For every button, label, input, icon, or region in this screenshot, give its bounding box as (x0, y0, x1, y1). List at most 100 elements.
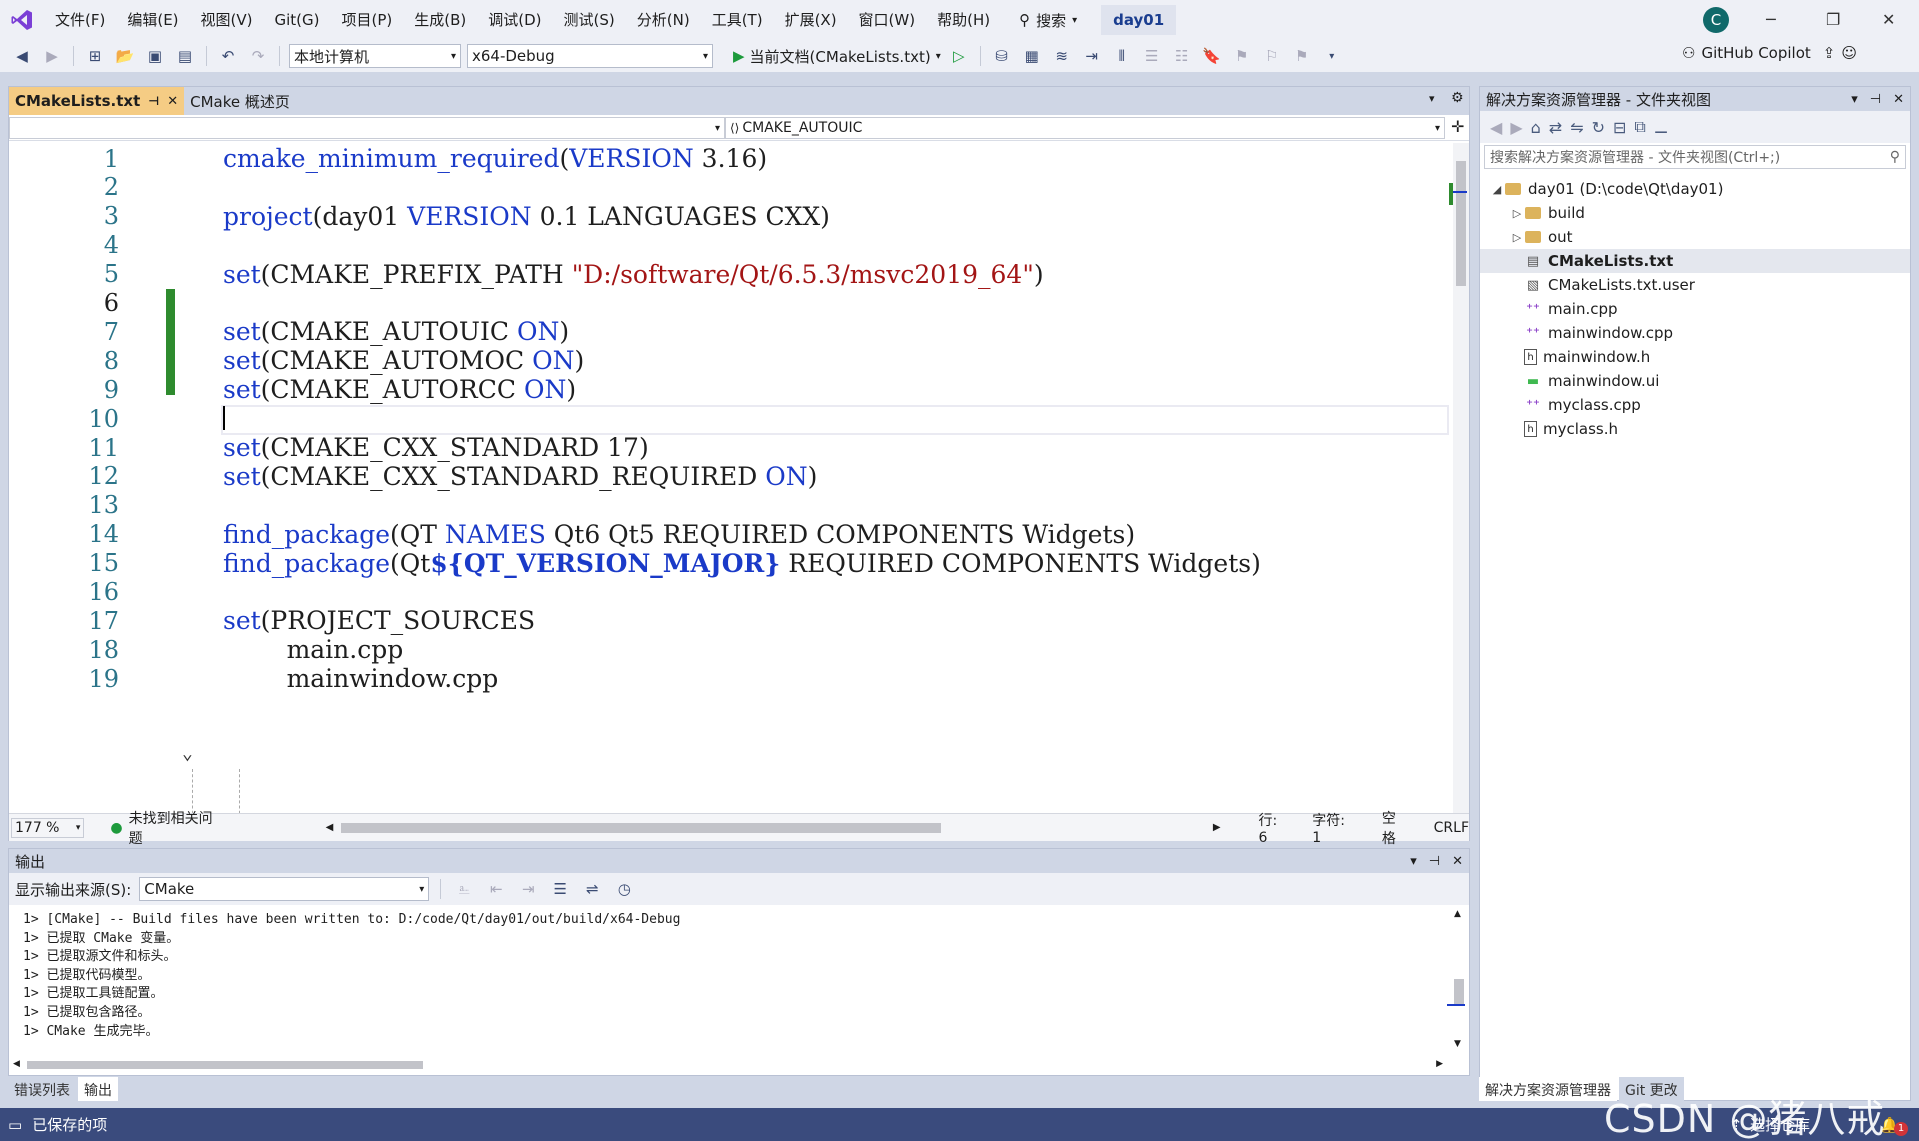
menu-item[interactable]: 分析(N) (626, 0, 701, 40)
settings-gear-icon[interactable]: ⚙ (1451, 90, 1464, 106)
collapse-region-icon[interactable]: ⌄ (182, 743, 193, 764)
editor-vertical-scrollbar[interactable] (1449, 143, 1469, 813)
output-source-select[interactable]: CMake ▾ (139, 877, 430, 901)
account-avatar[interactable]: C (1703, 7, 1729, 33)
output-vertical-scrollbar[interactable]: ▲ ▼ (1447, 909, 1467, 1049)
tab-solution-explorer[interactable]: 解决方案资源管理器 (1479, 1077, 1617, 1101)
menu-item[interactable]: 扩展(X) (774, 0, 848, 40)
step-icon[interactable]: ⇥ (1080, 45, 1104, 67)
visual-studio-logo-icon[interactable] (0, 0, 44, 40)
tree-item[interactable]: ◢ day01 (D:\code\Qt\day01) (1480, 177, 1910, 201)
menu-item[interactable]: 视图(V) (190, 0, 264, 40)
properties-icon[interactable]: ⚊ (1654, 118, 1668, 137)
scroll-thumb[interactable] (1454, 979, 1464, 1005)
menu-item[interactable]: 工具(T) (701, 0, 774, 40)
line-indicator[interactable]: 行: 6 (1259, 810, 1291, 846)
horizontal-scrollbar[interactable] (341, 822, 1203, 833)
tree-item[interactable]: ▷ out (1480, 225, 1910, 249)
spell-check-icon[interactable]: ≋ (1050, 45, 1074, 67)
redo-icon[interactable]: ↷ (246, 45, 270, 67)
new-project-icon[interactable]: ⊞ (83, 45, 107, 67)
prev-bookmark-icon[interactable]: ⚑ (1230, 45, 1254, 67)
menu-item[interactable]: 窗口(W) (848, 0, 927, 40)
pin-icon[interactable]: ⊣ (148, 94, 159, 108)
menu-item[interactable]: Git(G) (264, 0, 331, 40)
close-icon[interactable]: ✕ (1893, 92, 1904, 107)
code-editor[interactable]: 1 cmake_minimum_required(VERSION 3.16) 2 3 p… (9, 143, 1453, 813)
collapse-all-icon[interactable]: ⊟ (1613, 118, 1626, 137)
refresh-icon[interactable]: ↻ (1592, 118, 1605, 137)
zoom-combo[interactable]: 177 % ▾ (11, 817, 85, 838)
navigation-member-combo[interactable]: ⟨⟩ CMAKE_AUTOUIC ▾ (725, 117, 1445, 139)
scroll-down-icon[interactable]: ▼ (1454, 1039, 1461, 1049)
column-indicator[interactable]: 字符: 1 (1312, 810, 1358, 846)
toolbar-overflow-icon[interactable]: ▾ (1320, 45, 1344, 67)
scroll-thumb[interactable] (1456, 161, 1466, 286)
timestamp-icon[interactable]: ◷ (612, 878, 636, 900)
close-icon[interactable]: ✕ (1882, 10, 1895, 29)
switch-views-icon[interactable]: ⇄ (1549, 118, 1562, 137)
pin-icon[interactable]: ⊣ (1429, 854, 1440, 869)
tree-item[interactable]: ▤ CMakeLists.txt (1480, 249, 1910, 273)
solution-search-input[interactable]: 搜索解决方案资源管理器 - 文件夹视图(Ctrl+;) ⚲ (1484, 145, 1906, 169)
tree-item[interactable]: h myclass.h (1480, 417, 1910, 441)
next-message-icon[interactable]: ⇥ (516, 878, 540, 900)
debug-target-select[interactable]: 本地计算机 ▾ (289, 44, 461, 68)
github-copilot-button[interactable]: ⚇ GitHub Copilot ⇪ ☺ (1682, 44, 1857, 62)
split-icon[interactable]: ⫴ (1110, 45, 1134, 67)
tab-cmakelists[interactable]: CMakeLists.txt ⊣ ✕ (9, 87, 185, 115)
tree-item[interactable]: ▷ build (1480, 201, 1910, 225)
forward-icon[interactable]: ▶ (40, 45, 64, 67)
uncomment-icon[interactable]: ☷ (1170, 45, 1194, 67)
close-icon[interactable]: ✕ (1452, 854, 1463, 869)
menu-item[interactable]: 调试(D) (477, 0, 552, 40)
tab-output[interactable]: 输出 (78, 1077, 118, 1101)
word-wrap-icon[interactable]: ⇌ (580, 878, 604, 900)
back-icon[interactable]: ◀ (1490, 118, 1502, 137)
menu-item[interactable]: 文件(F) (44, 0, 116, 40)
menu-item[interactable]: 测试(S) (553, 0, 626, 40)
tree-item[interactable]: ⁺⁺ mainwindow.cpp (1480, 321, 1910, 345)
comment-icon[interactable]: ☰ (1140, 45, 1164, 67)
forward-icon[interactable]: ▶ (1510, 118, 1522, 137)
menu-item[interactable]: 项目(P) (331, 0, 404, 40)
tab-list-dropdown-icon[interactable]: ▾ (1429, 92, 1435, 105)
undo-icon[interactable]: ↶ (216, 45, 240, 67)
tab-cmake-overview[interactable]: CMake 概述页 (184, 87, 296, 115)
line-ending-indicator[interactable]: CRLF (1434, 820, 1469, 836)
scroll-left-icon[interactable]: ◀ (326, 822, 334, 833)
panel-menu-icon[interactable]: ▾ (1410, 854, 1417, 869)
tree-item[interactable]: ▬ mainwindow.ui (1480, 369, 1910, 393)
expand-arrow-icon[interactable]: ◢ (1490, 183, 1504, 196)
expand-arrow-icon[interactable]: ▷ (1510, 231, 1524, 244)
horizontal-scroll-thumb[interactable] (27, 1061, 423, 1069)
output-log[interactable]: 1> [CMake] -- Build files have been writ… (23, 911, 680, 1041)
clear-all-icon[interactable]: ☰ (548, 878, 572, 900)
configuration-select[interactable]: x64-Debug ▾ (467, 44, 713, 68)
close-tab-icon[interactable]: ✕ (167, 94, 178, 109)
save-icon[interactable]: ▣ (143, 45, 167, 67)
tab-error-list[interactable]: 错误列表 (8, 1077, 76, 1101)
panel-menu-icon[interactable]: ▾ (1851, 92, 1858, 107)
tree-item[interactable]: ⁺⁺ main.cpp (1480, 297, 1910, 321)
navigation-scope-combo[interactable]: ▾ (9, 117, 725, 139)
layout-icon[interactable]: ▦ (1020, 45, 1044, 67)
search-button[interactable]: ⚲ 搜索 ▾ (1019, 10, 1077, 31)
menu-item[interactable]: 帮助(H) (926, 0, 1001, 40)
menu-item[interactable]: 编辑(E) (116, 0, 189, 40)
split-editor-icon[interactable]: ✛ (1451, 117, 1464, 140)
start-without-debugging-icon[interactable]: ▷ (947, 45, 971, 67)
tree-item[interactable]: h mainwindow.h (1480, 345, 1910, 369)
scroll-up-icon[interactable]: ▲ (1454, 909, 1461, 919)
minimize-icon[interactable]: ─ (1766, 10, 1776, 29)
bookmark-icon[interactable]: 🔖 (1200, 45, 1224, 67)
show-all-files-icon[interactable]: ⧉ (1634, 117, 1645, 137)
horizontal-scroll-thumb[interactable] (341, 822, 942, 833)
pin-icon[interactable]: ⊣ (1870, 92, 1881, 107)
expand-arrow-icon[interactable]: ▷ (1510, 207, 1524, 220)
tree-item[interactable]: ▧ CMakeLists.txt.user (1480, 273, 1910, 297)
issues-label[interactable]: 未找到相关问题 (129, 808, 226, 848)
restore-icon[interactable]: ❐ (1826, 10, 1840, 29)
scroll-left-icon[interactable]: ◀ (13, 1059, 20, 1069)
back-icon[interactable]: ◀ (10, 45, 34, 67)
